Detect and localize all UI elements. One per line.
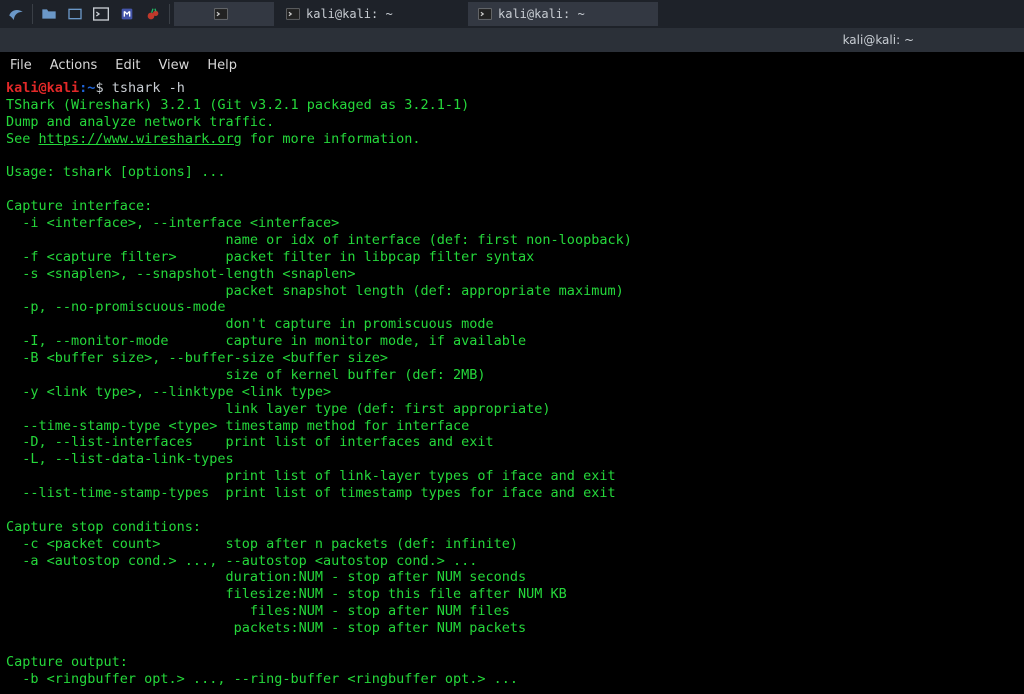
task-button-terminal-1[interactable]: kali@kali: ~ — [276, 2, 466, 26]
prompt-user: kali — [6, 80, 39, 96]
output-line: -f <capture filter> packet filter in lib… — [6, 249, 534, 265]
output-line: -p, --no-promiscuous-mode — [6, 299, 225, 315]
output-line: filesize:NUM - stop this file after NUM … — [6, 586, 567, 602]
terminal-task-icon — [286, 7, 300, 21]
output-line: -L, --list-data-link-types — [6, 451, 234, 467]
task-button-terminal-active[interactable] — [174, 2, 274, 26]
output-line: files:NUM - stop after NUM files — [6, 603, 510, 619]
output-line: Capture interface: — [6, 198, 152, 214]
window-title-bar[interactable]: kali@kali: ~ — [0, 28, 1024, 52]
command-text: tshark -h — [112, 80, 185, 96]
output-line: packet snapshot length (def: appropriate… — [6, 283, 624, 299]
output-line: --list-time-stamp-types print list of ti… — [6, 485, 616, 501]
task-label: kali@kali: ~ — [306, 7, 393, 21]
output-line: for more information. — [242, 131, 421, 147]
output-line: Capture stop conditions: — [6, 519, 201, 535]
terminal-output[interactable]: kali@kali:~$ tshark -h TShark (Wireshark… — [0, 78, 1024, 694]
output-line: Capture output: — [6, 654, 128, 670]
menu-actions[interactable]: Actions — [50, 58, 98, 73]
output-link: https://www.wireshark.org — [39, 131, 242, 147]
separator-icon — [32, 4, 33, 24]
output-line: Dump and analyze network traffic. — [6, 114, 274, 130]
output-line: -b <ringbuffer opt.> ..., --ring-buffer … — [6, 671, 518, 687]
taskbar: kali@kali: ~ kali@kali: ~ — [0, 0, 1024, 28]
menu-file[interactable]: File — [10, 58, 32, 73]
output-line: duration:NUM - stop after NUM seconds — [6, 569, 526, 585]
menu-view[interactable]: View — [158, 58, 189, 73]
terminal-task-icon — [478, 7, 492, 21]
separator-icon — [169, 4, 170, 24]
prompt-host: kali — [47, 80, 80, 96]
terminal-panel-icon[interactable] — [89, 2, 113, 26]
cherrytree-icon[interactable] — [141, 2, 165, 26]
file-manager-icon[interactable] — [63, 2, 87, 26]
prompt-at: @ — [39, 80, 47, 96]
output-line: name or idx of interface (def: first non… — [6, 232, 632, 248]
prompt-path: :~ — [79, 80, 95, 96]
task-button-terminal-2[interactable]: kali@kali: ~ — [468, 2, 658, 26]
output-line: -s <snaplen>, --snapshot-length <snaplen… — [6, 266, 356, 282]
kali-dragon-icon[interactable] — [4, 2, 28, 26]
output-line: TShark (Wireshark) 3.2.1 (Git v3.2.1 pac… — [6, 97, 469, 113]
output-line: -a <autostop cond.> ..., --autostop <aut… — [6, 553, 477, 569]
terminal-task-icon — [214, 7, 228, 21]
output-line: -i <interface>, --interface <interface> — [6, 215, 339, 231]
output-line: -I, --monitor-mode capture in monitor mo… — [6, 333, 526, 349]
menu-bar: File Actions Edit View Help — [0, 52, 1024, 78]
task-label: kali@kali: ~ — [498, 7, 585, 21]
output-line: packets:NUM - stop after NUM packets — [6, 620, 526, 636]
prompt-symbol: $ — [95, 80, 111, 96]
output-line: -D, --list-interfaces print list of inte… — [6, 434, 494, 450]
folder-icon[interactable] — [37, 2, 61, 26]
output-line: --time-stamp-type <type> timestamp metho… — [6, 418, 469, 434]
output-line: -c <packet count> stop after n packets (… — [6, 536, 518, 552]
output-line: size of kernel buffer (def: 2MB) — [6, 367, 486, 383]
output-line: See — [6, 131, 39, 147]
output-line: Usage: tshark [options] ... — [6, 164, 225, 180]
menu-help[interactable]: Help — [207, 58, 237, 73]
window-title: kali@kali: ~ — [843, 33, 914, 47]
output-line: link layer type (def: first appropriate) — [6, 401, 551, 417]
metasploit-icon[interactable] — [115, 2, 139, 26]
output-line: don't capture in promiscuous mode — [6, 316, 494, 332]
output-line: -y <link type>, --linktype <link type> — [6, 384, 331, 400]
output-line: -B <buffer size>, --buffer-size <buffer … — [6, 350, 388, 366]
menu-edit[interactable]: Edit — [115, 58, 140, 73]
output-line: print list of link-layer types of iface … — [6, 468, 616, 484]
